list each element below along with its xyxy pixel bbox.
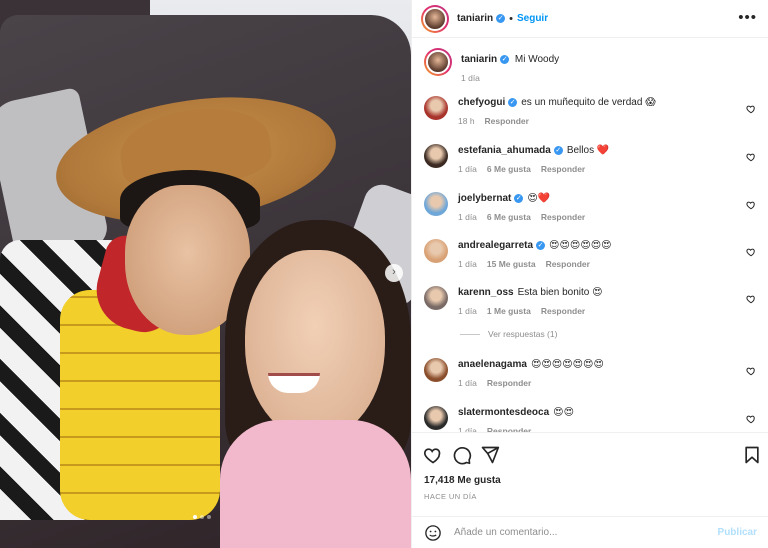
comment-text: Bellos ❤️ [566, 145, 610, 156]
reply-button[interactable]: Responder [541, 164, 585, 174]
reply-button[interactable]: Responder [487, 378, 531, 388]
comment-time: 1 día [458, 164, 477, 174]
likes-count[interactable]: 17,418 Me gusta [424, 475, 501, 486]
bookmark-icon[interactable] [742, 445, 762, 465]
comment-username[interactable]: estefania_ahumada [458, 145, 551, 156]
verified-icon: ✓ [500, 54, 510, 64]
heart-icon[interactable] [746, 247, 756, 257]
comment-icon[interactable] [452, 445, 472, 465]
header-username[interactable]: taniarin [457, 13, 493, 24]
avatar[interactable] [424, 96, 448, 120]
verified-icon: ✓ [536, 240, 546, 250]
avatar[interactable] [424, 144, 448, 168]
carousel-dot [193, 515, 197, 519]
comment-item: joelybernat ✓ 😍❤️ 1 día 6 Me gusta Responder [424, 192, 764, 222]
heart-icon[interactable] [746, 200, 756, 210]
photo-hoodie [220, 420, 411, 548]
carousel-dot [207, 515, 211, 519]
photo-woman-face [245, 250, 385, 440]
avatar[interactable] [424, 286, 448, 310]
comments-list[interactable]: taniarin ✓ Mi Woody 1 día chefyogui ✓ es un… [412, 40, 768, 432]
comment-time: 1 día [458, 378, 477, 388]
comment-input[interactable]: Añade un comentario... [454, 527, 718, 538]
carousel-dot [200, 515, 204, 519]
caption-username[interactable]: taniarin [461, 54, 497, 65]
comment-item: estefania_ahumada ✓ Bellos ❤️ 1 día 6 Me gus… [424, 144, 764, 174]
replies-line [460, 334, 480, 336]
comment-text: 😍😍😍😍😍😍 [549, 240, 612, 251]
reply-button[interactable]: Responder [541, 212, 585, 222]
comment-username[interactable]: chefyogui [458, 97, 505, 108]
view-replies-label: Ver respuestas (1) [488, 329, 558, 339]
comment-time: 1 día [458, 259, 477, 269]
comment-likes[interactable]: 1 Me gusta [487, 306, 531, 316]
avatar[interactable] [424, 192, 448, 216]
comment-likes[interactable]: 15 Me gusta [487, 259, 536, 269]
caption-time: 1 día [461, 73, 480, 83]
follow-button[interactable]: Seguir [517, 13, 548, 24]
add-comment-bar: Añade un comentario... Publicar [412, 516, 768, 548]
reply-button[interactable]: Responder [546, 259, 590, 269]
comments-panel: taniarin ✓ • Seguir ••• taniarin ✓ Mi Woo… [411, 0, 768, 548]
comment-item: chefyogui ✓ es un muñequito de verdad 😱 18 … [424, 96, 764, 126]
heart-icon[interactable] [746, 414, 756, 424]
reply-button[interactable]: Responder [541, 306, 585, 316]
comment-likes[interactable]: 6 Me gusta [487, 164, 531, 174]
comment-username[interactable]: joelybernat [458, 193, 511, 204]
comment-item: anaelenagama 😍😍😍😍😍😍😍 1 día Responder [424, 358, 764, 388]
comment-text: es un muñequito de verdad 😱 [521, 97, 656, 108]
verified-icon: ✓ [496, 14, 506, 23]
post-photo[interactable]: › [0, 0, 411, 548]
comment-text: 😍😍 [553, 407, 575, 418]
more-options-icon[interactable]: ••• [738, 9, 757, 26]
comment-likes[interactable]: 6 Me gusta [487, 212, 531, 222]
verified-icon: ✓ [514, 193, 524, 203]
reply-button[interactable]: Responder [485, 116, 529, 126]
comment-time: 1 día [458, 306, 477, 316]
comment-username[interactable]: slatermontesdeoca [458, 407, 549, 418]
comment-username[interactable]: anaelenagama [458, 359, 527, 370]
heart-icon[interactable] [746, 152, 756, 162]
avatar[interactable] [424, 406, 448, 430]
separator-dot: • [509, 12, 513, 25]
comment-text: Esta bien bonito 😍 [517, 287, 603, 298]
avatar[interactable] [424, 239, 448, 263]
chevron-right-icon[interactable]: › [385, 264, 403, 282]
publish-button[interactable]: Publicar [718, 527, 757, 538]
heart-icon[interactable] [423, 445, 443, 465]
heart-icon[interactable] [746, 104, 756, 114]
emoji-icon[interactable] [424, 524, 442, 542]
avatar[interactable] [424, 358, 448, 382]
share-icon[interactable] [480, 445, 500, 465]
verified-icon: ✓ [553, 145, 563, 155]
view-replies-button[interactable]: Ver respuestas (1) [460, 329, 557, 339]
carousel-dots [193, 515, 211, 519]
posted-time: HACE UN DÍA [424, 492, 477, 501]
comment-text: 😍❤️ [527, 193, 551, 204]
avatar[interactable] [424, 48, 452, 76]
post-header: taniarin ✓ • Seguir ••• [412, 0, 768, 38]
post-modal: › taniarin ✓ • Seguir ••• taniarin✓ Mi [0, 0, 768, 548]
heart-icon[interactable] [746, 294, 756, 304]
comment-item: andrealegarreta ✓ 😍😍😍😍😍😍 1 día 15 Me gusta Re… [424, 239, 764, 269]
comment-username[interactable]: andrealegarreta [458, 240, 533, 251]
heart-icon[interactable] [746, 366, 756, 376]
caption-text: Mi Woody [514, 54, 560, 65]
comment-item: karenn_oss Esta bien bonito 😍 1 día 1 Me gu… [424, 286, 764, 316]
verified-icon: ✓ [508, 97, 518, 107]
comment-time: 1 día [458, 212, 477, 222]
comment-item: slatermontesdeoca 😍😍 1 día Responder [424, 406, 764, 432]
avatar[interactable] [421, 4, 449, 33]
caption: taniarin ✓ Mi Woody 1 día [424, 48, 764, 83]
action-bar: 17,418 Me gusta HACE UN DÍA [412, 432, 768, 516]
comment-time: 18 h [458, 116, 475, 126]
comment-text: 😍😍😍😍😍😍😍 [530, 359, 604, 370]
comment-username[interactable]: karenn_oss [458, 287, 514, 298]
